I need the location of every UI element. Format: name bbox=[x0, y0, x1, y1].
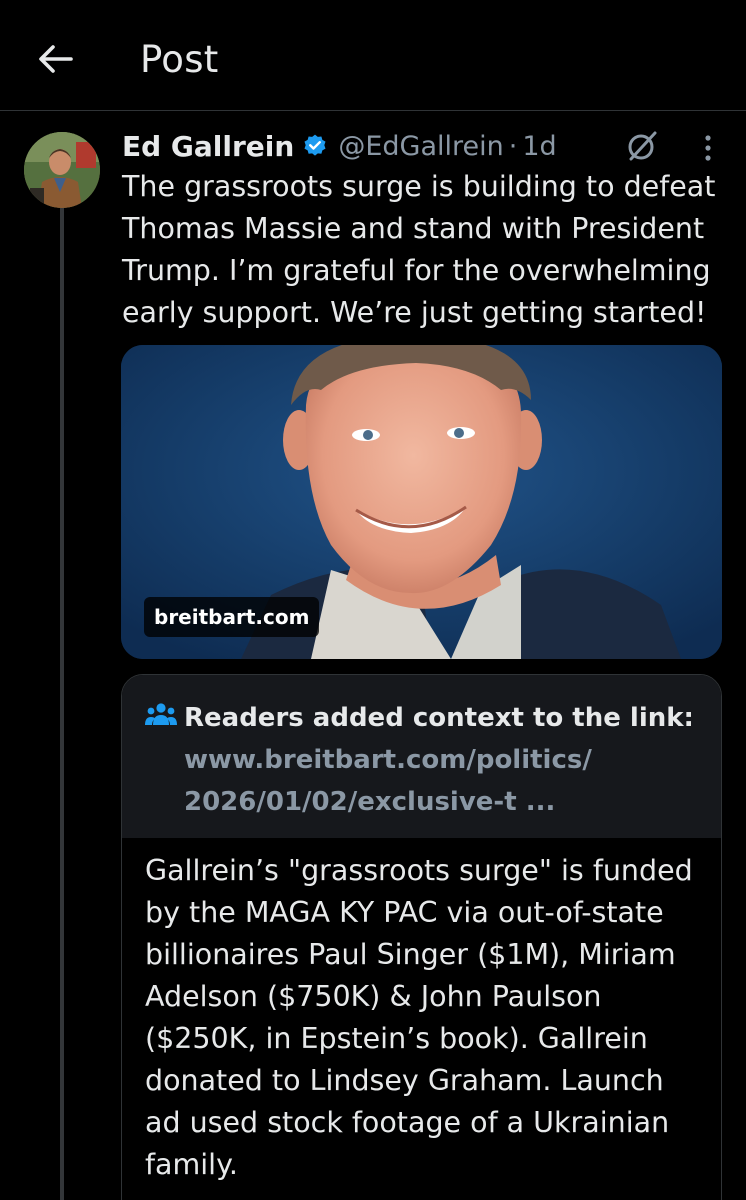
community-note: Readers added context to the link: www.b… bbox=[121, 674, 722, 1200]
post-page: Post Ed Gallrein @EdGallrein · 1d The gr… bbox=[0, 0, 746, 1200]
avatar-photo bbox=[24, 132, 100, 208]
link-domain-label: breitbart.com bbox=[144, 597, 320, 637]
community-note-title: Readers added context to the link: www.b… bbox=[184, 697, 704, 823]
community-note-header[interactable]: Readers added context to the link: www.b… bbox=[122, 675, 721, 838]
arrow-left-icon bbox=[39, 45, 73, 73]
author-handle[interactable]: @EdGallrein bbox=[338, 131, 503, 162]
people-icon bbox=[145, 703, 177, 725]
separator-dot: · bbox=[508, 130, 518, 162]
post-timestamp[interactable]: 1d bbox=[522, 131, 556, 162]
post-text: The grassroots surge is building to defe… bbox=[122, 170, 716, 329]
verified-badge-icon[interactable] bbox=[302, 133, 328, 159]
thread-line bbox=[60, 205, 64, 1200]
community-note-prefix: Readers added context to the link: bbox=[184, 703, 694, 733]
back-button[interactable] bbox=[30, 36, 80, 82]
grok-icon[interactable] bbox=[624, 128, 660, 164]
community-note-body: Gallrein’s "grassroots surge" is funded … bbox=[145, 854, 693, 1181]
post-meta: Ed Gallrein @EdGallrein · 1d bbox=[122, 124, 557, 168]
page-title: Post bbox=[140, 38, 219, 81]
avatar[interactable] bbox=[24, 132, 100, 208]
top-bar: Post bbox=[0, 0, 746, 111]
community-note-link[interactable]: www.breitbart.com/politics/ 2026/01/02/e… bbox=[184, 745, 592, 817]
more-vertical-icon[interactable] bbox=[696, 130, 720, 166]
author-name[interactable]: Ed Gallrein bbox=[122, 130, 294, 163]
